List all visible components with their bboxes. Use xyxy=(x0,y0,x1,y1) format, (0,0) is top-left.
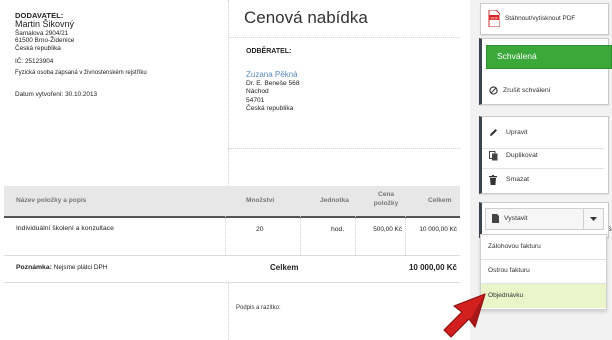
customer-title: ODBĚRATEL: xyxy=(246,48,292,55)
customer-name-link[interactable]: Zuzana Pěkná xyxy=(246,70,298,79)
edit-label: Upravit xyxy=(506,129,528,136)
row-item-name: Individuální školení a konzultace xyxy=(16,225,114,232)
col-price-header-line2: položky xyxy=(373,200,399,207)
total-label: Celkem xyxy=(270,263,299,272)
customer-city: Náchod xyxy=(246,88,269,95)
row-price: 500,00 Kč xyxy=(373,226,402,233)
menu-item-advance-invoice[interactable]: Zálohovou fakturu xyxy=(481,236,606,258)
table-header: Název položky a popis Množství Jednotka … xyxy=(4,186,460,218)
divider xyxy=(228,37,460,38)
approved-status-button[interactable]: Schválená xyxy=(486,45,612,69)
menu-item-label: Objednávku xyxy=(488,292,524,299)
svg-text:PDF: PDF xyxy=(491,15,500,20)
supplier-name: Martin Šikovný xyxy=(15,19,75,29)
caret-down-icon xyxy=(590,217,597,221)
delete-label: Smazat xyxy=(506,176,530,183)
divider xyxy=(482,168,604,169)
issue-label: Vystavit xyxy=(504,215,528,222)
page-title: Cenová nabídka xyxy=(244,8,368,27)
supplier-note: Fyzická osoba zapsaná v živnostenském re… xyxy=(15,70,147,76)
delete-button[interactable]: Smazat xyxy=(482,170,604,190)
menu-item-invoice[interactable]: Ostrou fakturu xyxy=(481,260,606,282)
signature-label: Podpis a razítko: xyxy=(236,305,281,311)
col-total-header: Celkem xyxy=(428,197,452,204)
pdf-icon: PDF xyxy=(488,10,500,27)
col-name-header: Název položky a popis xyxy=(16,197,87,204)
total-value: 10 000,00 Kč xyxy=(408,263,457,272)
download-pdf-label: Stáhnout/vytisknout PDF xyxy=(505,15,576,22)
approved-label: Schválená xyxy=(497,51,537,61)
note: Poznámka: Nejsme plátci DPH xyxy=(16,264,107,271)
edit-button[interactable]: Upravit xyxy=(482,121,604,143)
issue-dropdown-button[interactable]: Vystavit xyxy=(485,208,604,230)
divider xyxy=(228,283,229,340)
cursor-arrow-icon xyxy=(443,293,486,338)
col-price-header-line1: Cena xyxy=(377,191,395,198)
quote-document: DODAVATEL: Martin Šikovný Šamalova 2904/… xyxy=(0,0,470,340)
supplier-country: Česká republika xyxy=(15,45,61,52)
row-unit: hod. xyxy=(331,226,345,233)
supplier-city: 61500 Brno-Židenice xyxy=(15,37,75,44)
supplier-street: Šamalova 2904/21 xyxy=(15,30,69,37)
duplicate-label: Duplikovat xyxy=(506,152,538,159)
issue-dropdown-menu: Zálohovou fakturu Ostrou fakturu Objedná… xyxy=(480,234,607,310)
customer-country: Česká republika xyxy=(246,105,294,112)
pencil-icon xyxy=(490,129,497,136)
menu-item-order[interactable]: Objednávku xyxy=(481,284,606,308)
divider xyxy=(228,0,229,186)
document-icon xyxy=(492,214,499,223)
note-text: Nejsme plátci DPH xyxy=(53,264,108,271)
cancel-approval-label: Zrušit schválení xyxy=(503,87,551,94)
row-total: 10 000,00 Kč xyxy=(419,226,457,233)
divider xyxy=(583,209,584,229)
trash-icon xyxy=(489,175,497,185)
divider xyxy=(228,148,460,149)
col-unit-header: Jednotka xyxy=(320,197,349,204)
download-pdf-button[interactable]: PDF Stáhnout/vytisknout PDF xyxy=(480,3,609,35)
supplier-ic: IČ: 25123904 xyxy=(15,58,54,65)
total-row: Poznámka: Nejsme plátci DPH Celkem 10 00… xyxy=(4,255,460,283)
cancel-approval-button[interactable]: Zrušit schválení xyxy=(482,80,604,100)
copy-icon xyxy=(489,151,498,161)
created-date: Datum vytvoření: 30.10.2013 xyxy=(15,91,98,98)
table-row: Individuální školení a konzultace 20 hod… xyxy=(4,218,460,240)
menu-item-label: Ostrou fakturu xyxy=(488,267,530,274)
col-qty-header: Množství xyxy=(246,197,275,204)
duplicate-button[interactable]: Duplikovat xyxy=(482,146,604,166)
customer-zip: 54701 xyxy=(246,97,265,104)
ban-icon xyxy=(489,86,498,95)
note-label: Poznámka: xyxy=(16,264,52,271)
menu-item-label: Zálohovou fakturu xyxy=(488,243,541,250)
row-qty: 20 xyxy=(256,226,264,233)
customer-street: Dr. E. Beneše 568 xyxy=(246,80,300,87)
